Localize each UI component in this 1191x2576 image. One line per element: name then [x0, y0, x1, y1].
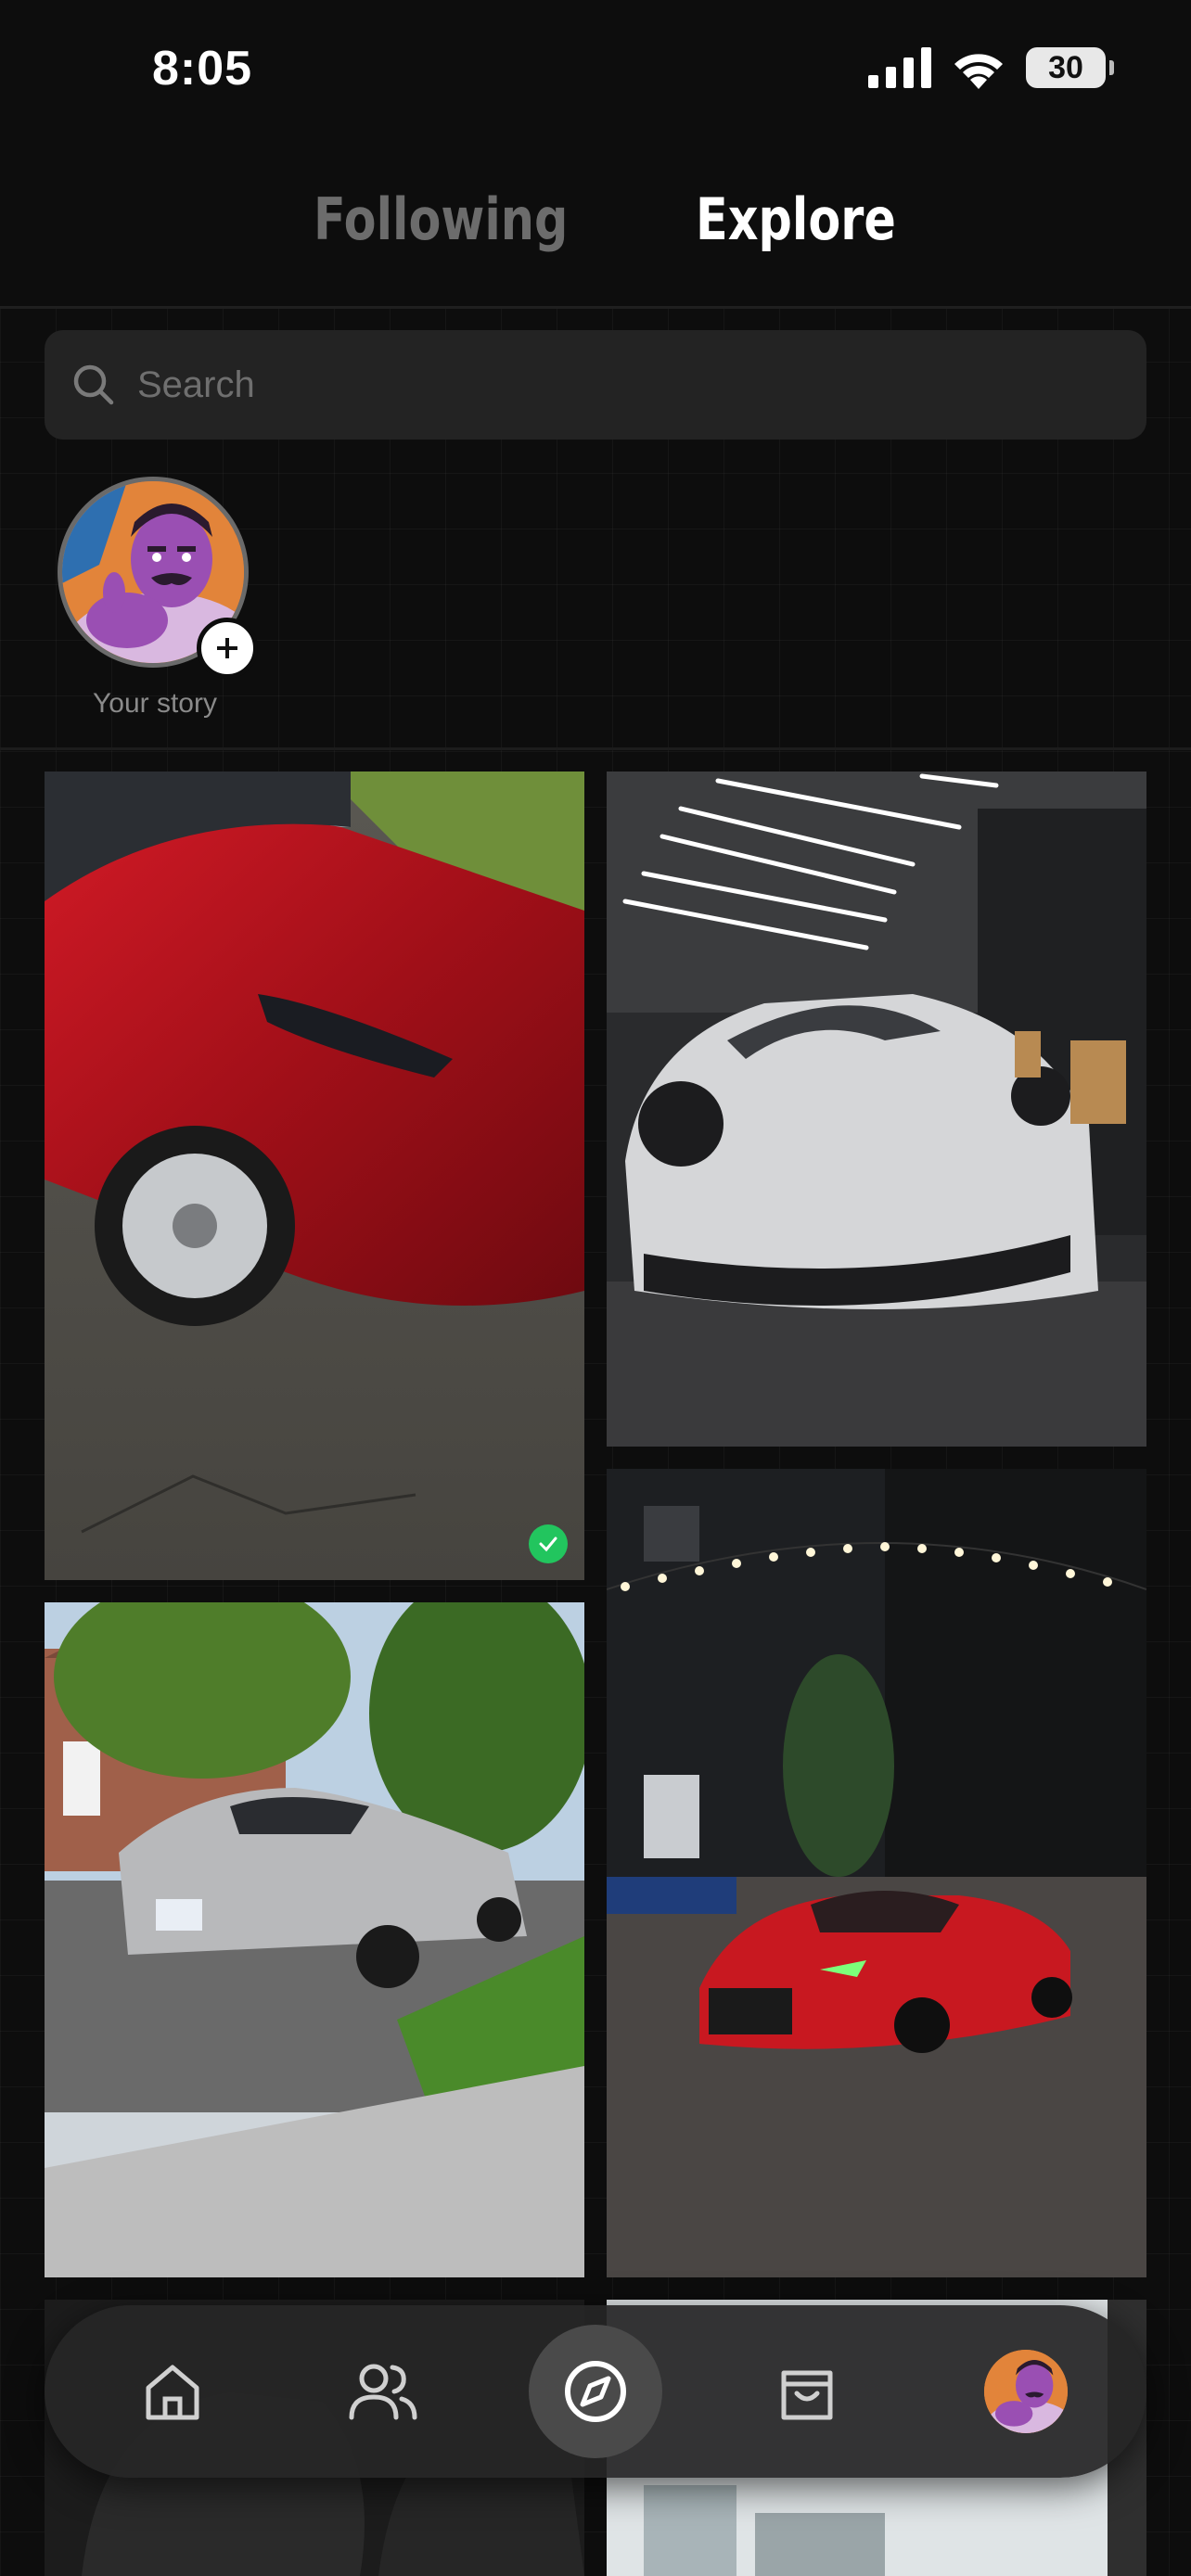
feed-tabs: Following Explore	[0, 176, 1191, 269]
bag-icon	[781, 2370, 833, 2420]
post-red-crossover[interactable]	[45, 772, 584, 1580]
nav-shop[interactable]	[753, 2338, 861, 2445]
nav-home[interactable]	[119, 2338, 226, 2445]
compass-icon	[565, 2361, 626, 2422]
tab-explore[interactable]: Explore	[696, 185, 896, 253]
nav-explore[interactable]	[529, 2325, 662, 2458]
battery-indicator: 30	[1026, 47, 1114, 88]
home-icon	[146, 2365, 199, 2420]
friends-icon	[349, 2364, 417, 2420]
header-divider	[0, 306, 1191, 309]
bottom-nav	[45, 2305, 1146, 2478]
nav-profile[interactable]	[972, 2338, 1080, 2445]
post-image	[607, 1469, 1146, 2277]
search-bar[interactable]	[45, 330, 1146, 440]
status-icons: 30	[868, 46, 1114, 89]
add-story-button[interactable]	[197, 618, 258, 679]
post-image	[45, 1602, 584, 2277]
battery-level: 30	[1048, 49, 1083, 85]
post-red-coupe-night[interactable]	[607, 1469, 1146, 2277]
nav-friends[interactable]	[328, 2338, 436, 2445]
avatar-illustration	[984, 2350, 1068, 2433]
post-image	[607, 772, 1146, 1447]
search-input[interactable]	[135, 363, 1067, 407]
cellular-signal-icon	[868, 47, 931, 88]
search-icon	[73, 364, 114, 405]
post-white-sportscar[interactable]	[607, 772, 1146, 1447]
post-image	[45, 772, 584, 1580]
status-time: 8:05	[152, 42, 253, 96]
wifi-icon	[954, 54, 1003, 89]
checkmark-icon	[539, 1537, 557, 1552]
your-story[interactable]: Your story	[58, 477, 258, 719]
story-divider	[0, 747, 1191, 750]
post-silver-sedan[interactable]	[45, 1602, 584, 2277]
verified-badge	[529, 1524, 568, 1563]
profile-avatar	[984, 2350, 1068, 2433]
story-label: Your story	[93, 688, 217, 719]
plus-icon	[217, 638, 237, 658]
tab-following[interactable]: Following	[314, 185, 568, 253]
